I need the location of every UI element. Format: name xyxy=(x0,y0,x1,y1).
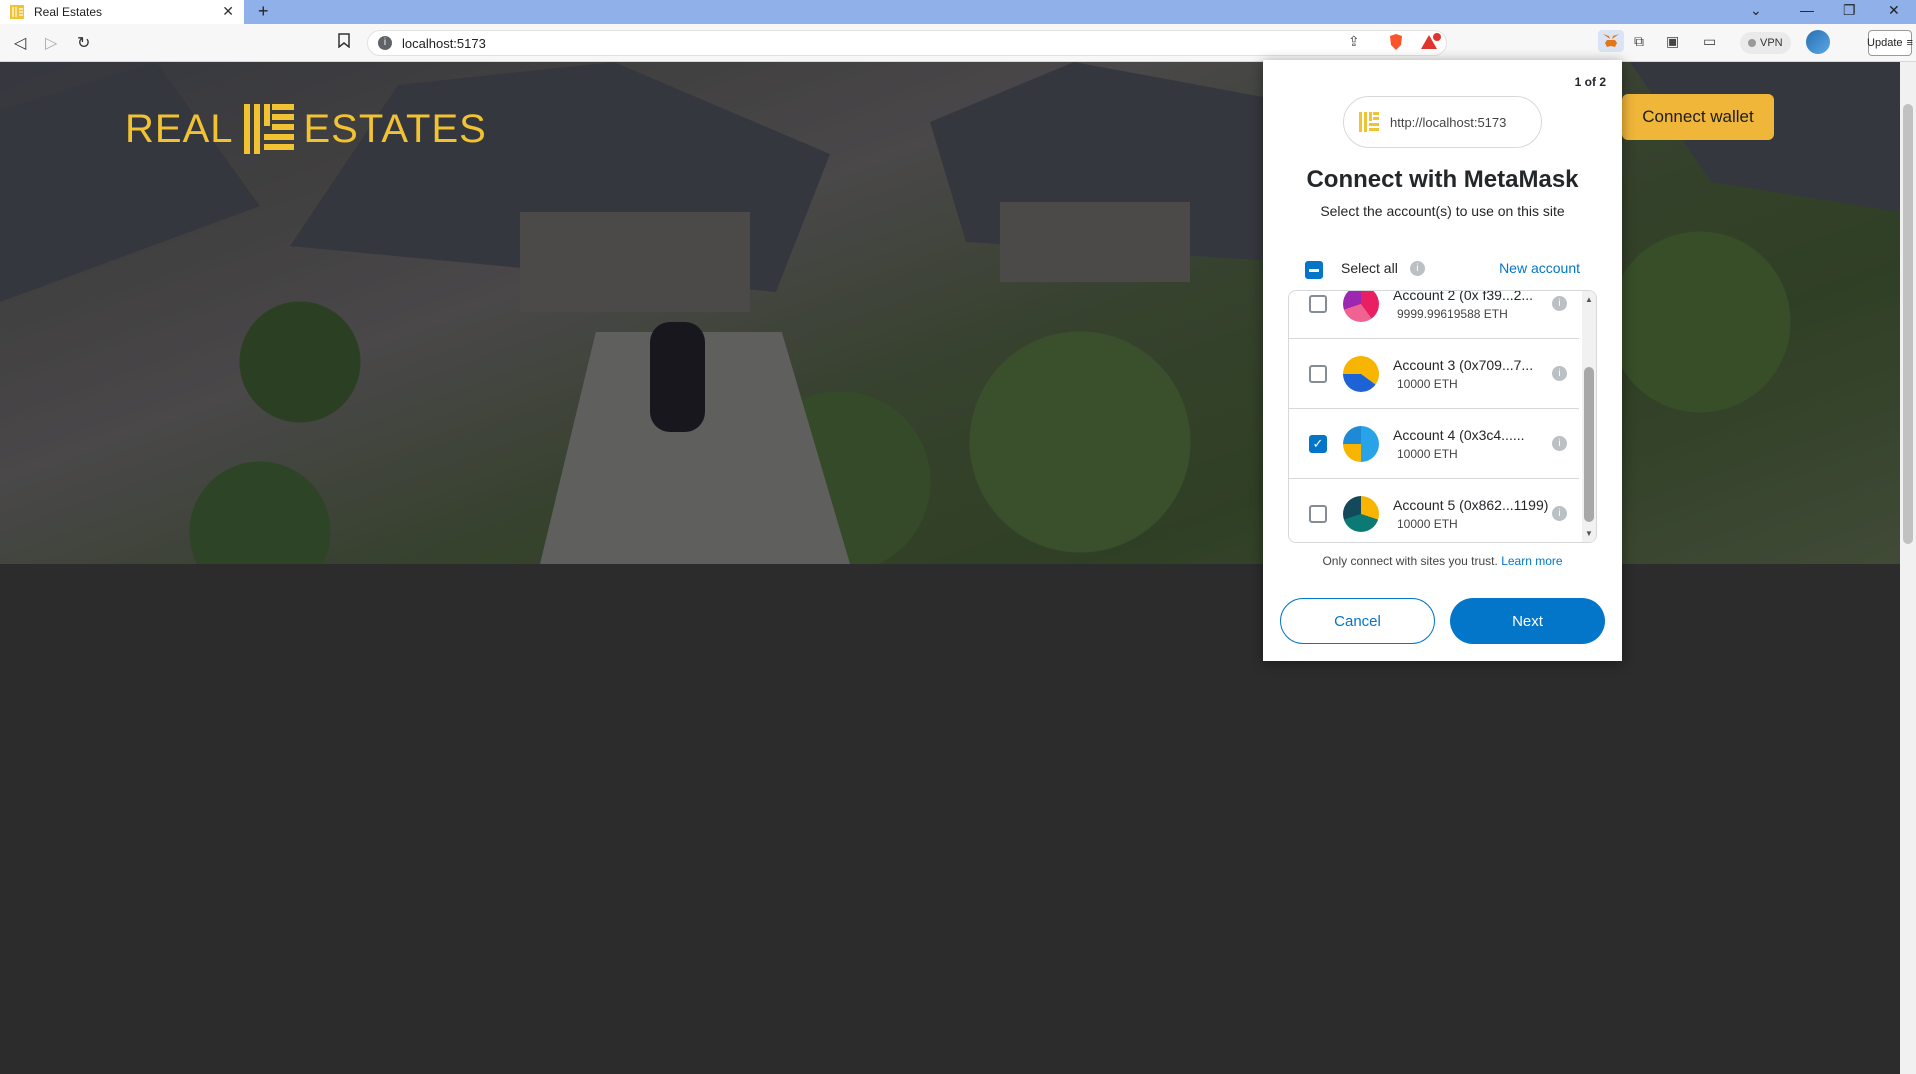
extensions-icon[interactable]: ⧉ xyxy=(1634,33,1644,50)
learn-more-link[interactable]: Learn more xyxy=(1501,554,1562,568)
account-avatar xyxy=(1343,291,1379,322)
select-all[interactable]: Select all i xyxy=(1305,260,1425,279)
account-name: Account 5 (0x862...1199) xyxy=(1393,497,1549,513)
account-checkbox[interactable] xyxy=(1309,365,1327,383)
minimize-icon[interactable]: — xyxy=(1800,2,1814,18)
logo-mark-icon xyxy=(243,104,294,154)
select-all-label: Select all xyxy=(1341,260,1398,276)
logo-text-right: ESTATES xyxy=(303,106,487,151)
page-scrollbar[interactable] xyxy=(1900,62,1916,1074)
account-info-icon[interactable]: i xyxy=(1552,506,1567,521)
account-info-icon[interactable]: i xyxy=(1552,436,1567,451)
vpn-button[interactable]: VPN xyxy=(1740,32,1791,54)
account-balance: 10000 ETH xyxy=(1397,377,1458,391)
bookmark-icon[interactable] xyxy=(338,33,350,53)
rewards-icon[interactable] xyxy=(1420,33,1442,54)
back-icon[interactable]: ◁ xyxy=(14,33,26,53)
browser-toolbar: ◁ ▷ ↻ i localhost:5173 ⇪ ⧉ ▣ ▭ VPN Updat… xyxy=(0,24,1916,62)
connect-wallet-button[interactable]: Connect wallet xyxy=(1622,94,1774,140)
account-row[interactable]: Account 5 (0x862...1199) 10000 ETH i xyxy=(1289,479,1579,542)
tab-search-icon[interactable]: ⌄ xyxy=(1750,2,1762,19)
select-all-checkbox[interactable] xyxy=(1305,261,1323,279)
account-avatar xyxy=(1343,426,1379,462)
account-name: Account 3 (0x709...7... xyxy=(1393,357,1534,373)
update-label: Update xyxy=(1867,37,1903,49)
sidebar-icon[interactable]: ▣ xyxy=(1666,33,1679,50)
account-row[interactable]: Account 2 (0x f39...2... 9999.99619588 E… xyxy=(1289,290,1579,339)
account-balance: 10000 ETH xyxy=(1397,447,1458,461)
site-favicon-icon xyxy=(1358,111,1380,133)
tab-title: Real Estates xyxy=(34,5,103,19)
account-name: Account 2 (0x f39...2... xyxy=(1393,290,1534,303)
origin-url: http://localhost:5173 xyxy=(1390,114,1507,130)
site-favicon-icon xyxy=(10,5,24,19)
tab-strip: Real Estates ✕ + ⌄ — ❐ ✕ xyxy=(0,0,1916,24)
account-name: Account 4 (0x3c4...... xyxy=(1393,427,1525,443)
metamask-icon[interactable] xyxy=(1598,30,1624,52)
account-info-icon[interactable]: i xyxy=(1552,366,1567,381)
popup-subtitle: Select the account(s) to use on this sit… xyxy=(1320,203,1565,219)
restore-icon[interactable]: ❐ xyxy=(1843,2,1856,19)
account-info-icon[interactable]: i xyxy=(1552,296,1567,311)
tab-real-estates[interactable]: Real Estates ✕ xyxy=(0,0,244,24)
logo-text-left: REAL xyxy=(125,106,234,151)
account-checkbox[interactable]: ✓ xyxy=(1309,435,1327,453)
account-avatar xyxy=(1343,356,1379,392)
new-account-link[interactable]: New account xyxy=(1499,260,1580,276)
popup-title: Connect with MetaMask xyxy=(1306,166,1579,193)
reload-icon[interactable]: ↻ xyxy=(77,33,90,53)
tab-close-icon[interactable]: ✕ xyxy=(222,3,234,20)
account-list-scrollbar-thumb[interactable] xyxy=(1584,367,1594,522)
site-info-icon[interactable]: i xyxy=(378,36,392,50)
next-button[interactable]: Next xyxy=(1450,598,1605,644)
account-list: Account 2 (0x f39...2... 9999.99619588 E… xyxy=(1288,290,1597,543)
page-scrollbar-thumb[interactable] xyxy=(1903,104,1913,544)
scroll-up-icon[interactable]: ▲ xyxy=(1585,295,1593,304)
scroll-down-icon[interactable]: ▼ xyxy=(1585,529,1593,538)
address-text: localhost:5173 xyxy=(402,35,486,51)
trust-text: Only connect with sites you trust. xyxy=(1322,554,1498,568)
vpn-label: VPN xyxy=(1760,37,1783,49)
share-icon[interactable]: ⇪ xyxy=(1348,33,1360,50)
menu-icon: ≡ xyxy=(1906,37,1913,49)
account-balance: 9999.99619588 ETH xyxy=(1397,307,1508,321)
info-icon[interactable]: i xyxy=(1409,260,1425,276)
site-origin-pill: http://localhost:5173 xyxy=(1343,96,1542,148)
brave-icon[interactable] xyxy=(1388,33,1404,54)
account-checkbox[interactable] xyxy=(1309,295,1327,313)
page-indicator: 1 of 2 xyxy=(1574,75,1606,89)
new-tab-icon[interactable]: + xyxy=(258,1,269,22)
account-row[interactable]: Account 3 (0x709...7... 10000 ETH i xyxy=(1289,339,1579,409)
update-button[interactable]: Update ≡ xyxy=(1867,30,1913,56)
close-window-icon[interactable]: ✕ xyxy=(1888,2,1900,19)
trust-notice: Only connect with sites you trust. Learn… xyxy=(1263,554,1622,568)
account-avatar xyxy=(1343,496,1379,532)
metamask-connect-popup: 1 of 2 http://localhost:5173 Connect wit… xyxy=(1263,60,1622,661)
forward-icon[interactable]: ▷ xyxy=(45,33,57,53)
cancel-button[interactable]: Cancel xyxy=(1280,598,1435,644)
wallet-icon[interactable]: ▭ xyxy=(1703,33,1716,50)
vpn-status-icon xyxy=(1748,39,1756,47)
address-bar[interactable]: i localhost:5173 xyxy=(367,30,1447,56)
account-checkbox[interactable] xyxy=(1309,505,1327,523)
profile-icon[interactable] xyxy=(1806,30,1830,54)
account-list-scrollbar[interactable]: ▲ ▼ xyxy=(1582,291,1596,542)
account-row[interactable]: ✓ Account 4 (0x3c4...... 10000 ETH i xyxy=(1289,409,1579,479)
account-balance: 10000 ETH xyxy=(1397,517,1458,531)
site-logo[interactable]: REAL ESTATES xyxy=(125,104,487,154)
